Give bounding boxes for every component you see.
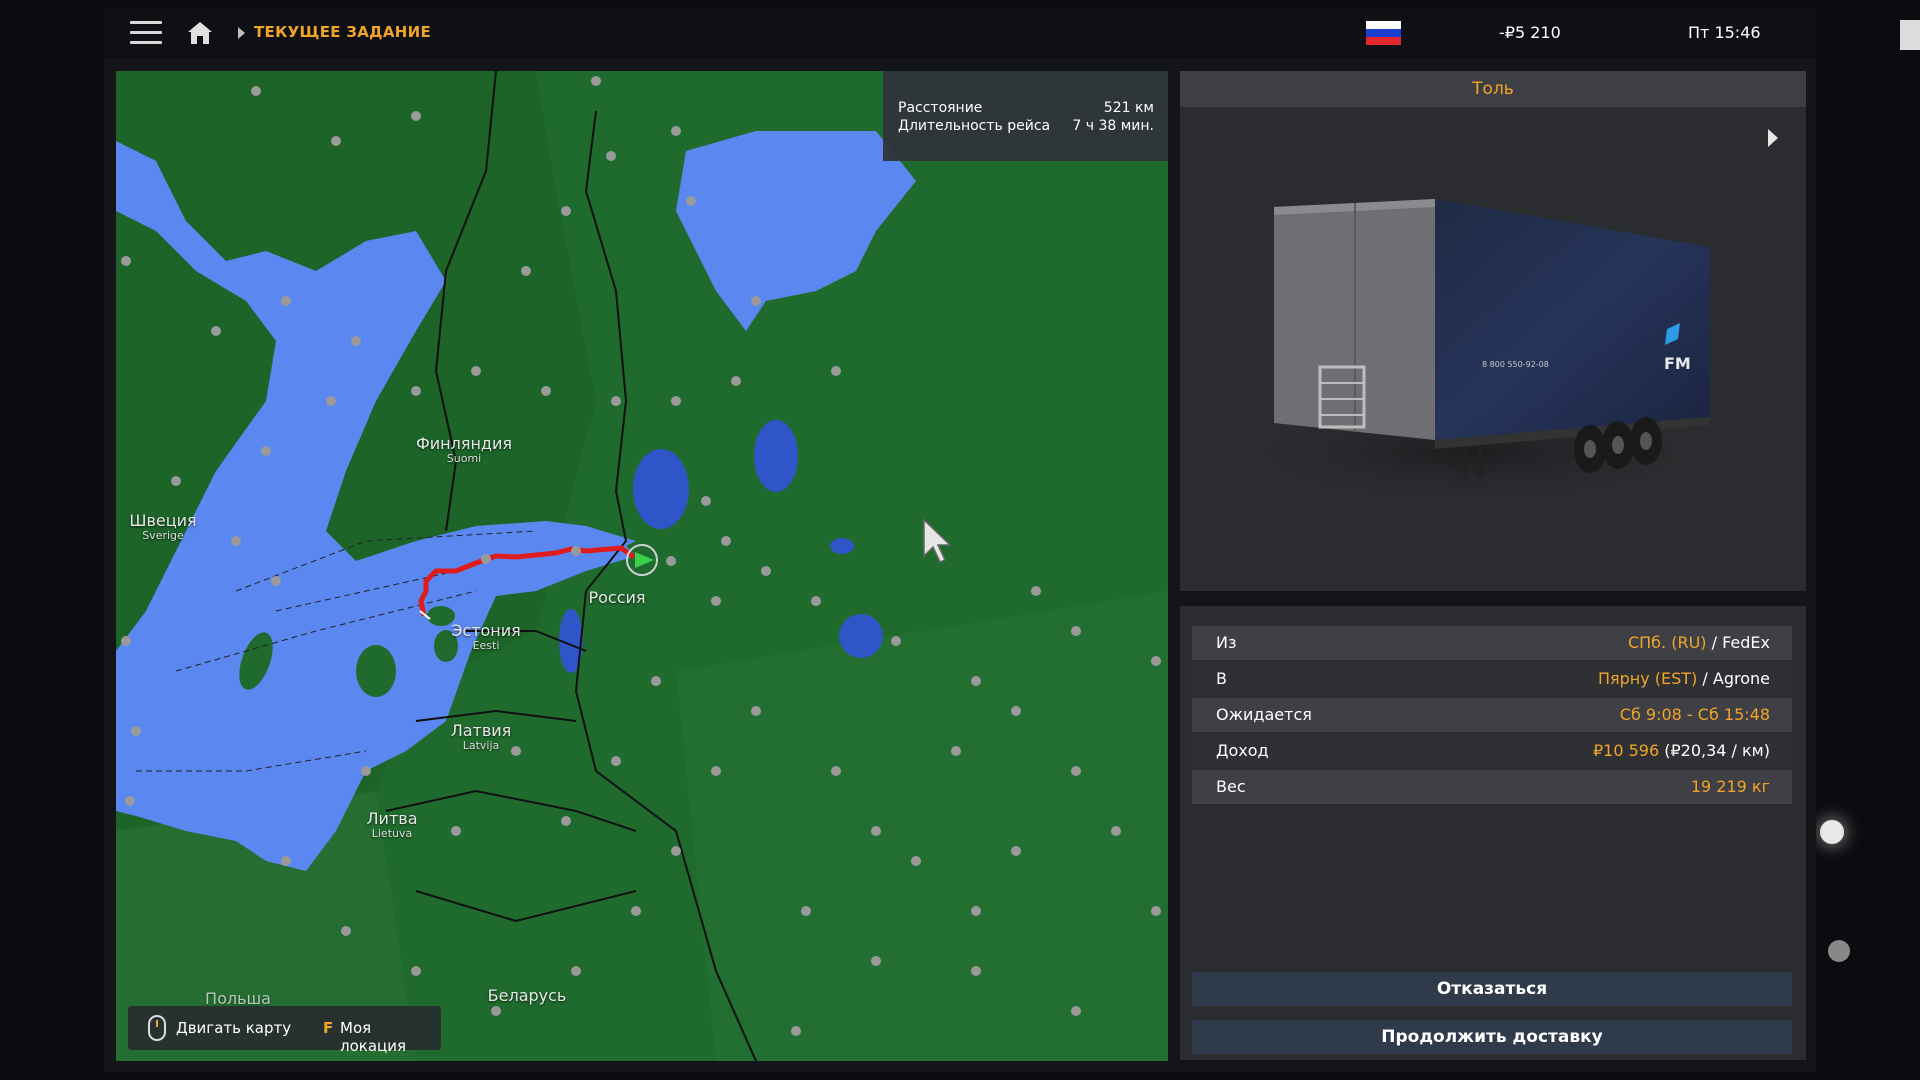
flag-stripe-red xyxy=(1366,37,1401,45)
detail-label: Из xyxy=(1216,633,1237,652)
label-native: Suomi xyxy=(446,452,482,465)
label-name: Литва xyxy=(366,809,418,828)
decline-button[interactable]: Отказаться xyxy=(1192,972,1792,1006)
top-bar: ТЕКУЩЕЕ ЗАДАНИЕ -₽5 210 Пт 15:46 xyxy=(104,8,1816,58)
background-light xyxy=(1820,820,1844,844)
map-label-poland: Польша xyxy=(205,991,271,1007)
detail-value: СПб. (RU) / FedEx xyxy=(1628,626,1770,660)
label-name: Беларусь xyxy=(487,986,567,1005)
menu-icon[interactable] xyxy=(130,19,164,47)
breadcrumb-arrow-icon xyxy=(238,27,245,39)
detail-row-from: Из СПб. (RU) / FedEx xyxy=(1192,626,1792,660)
mouse-icon xyxy=(148,1015,166,1041)
map-label-belarus: Беларусь xyxy=(488,988,567,1004)
detail-highlight: СПб. (RU) xyxy=(1627,633,1707,652)
cargo-card: Толь FM 8 800 550-92-08 xyxy=(1180,71,1806,591)
label-native: Latvija xyxy=(462,739,500,752)
background-shape xyxy=(1900,20,1920,50)
duration-row: Длительность рейса 7 ч 38 мин. xyxy=(898,118,1154,134)
label-native: Eesti xyxy=(472,639,500,652)
label-native: Lietuva xyxy=(371,827,413,840)
breadcrumb: ТЕКУЩЕЕ ЗАДАНИЕ xyxy=(254,23,431,41)
detail-row-to: В Пярну (EST) / Agrone xyxy=(1192,662,1792,696)
app-window: ТЕКУЩЕЕ ЗАДАНИЕ -₽5 210 Пт 15:46 Финлянд… xyxy=(104,8,1816,1072)
detail-row-expected: Ожидается Сб 9:08 - Сб 15:48 xyxy=(1192,698,1792,732)
detail-row-weight: Вес 19 219 кг xyxy=(1192,770,1792,804)
detail-value: 19 219 кг xyxy=(1691,770,1770,804)
label-name: Россия xyxy=(588,588,646,607)
cargo-title: Толь xyxy=(1180,71,1806,107)
detail-label: В xyxy=(1216,669,1227,688)
distance-row: Расстояние 521 км xyxy=(898,100,1154,116)
route-info-panel: Расстояние 521 км Длительность рейса 7 ч… xyxy=(883,71,1168,161)
home-icon[interactable] xyxy=(186,20,214,46)
mouse-cursor-icon xyxy=(923,518,952,563)
detail-label: Вес xyxy=(1216,777,1246,796)
trailer-phone-text: 8 800 550-92-08 xyxy=(1482,360,1549,369)
map-canvas xyxy=(116,71,1168,1061)
continue-delivery-button[interactable]: Продолжить доставку xyxy=(1192,1020,1792,1054)
map-label-finland: Финляндия Suomi xyxy=(415,434,513,466)
trailer-logo-text: FM xyxy=(1664,354,1691,373)
map-label-russia: Россия xyxy=(588,590,645,606)
map-label-lithuania: Литва Lietuva xyxy=(366,809,418,841)
country-flag xyxy=(1366,21,1401,45)
detail-highlight: 19 219 кг xyxy=(1690,777,1770,796)
label-name: Латвия xyxy=(450,721,512,740)
detail-highlight: ₽10 596 xyxy=(1592,741,1660,760)
my-location-button[interactable]: Моя локация xyxy=(340,1019,441,1055)
background-light xyxy=(1828,940,1850,962)
money-balance: -₽5 210 xyxy=(1499,23,1561,42)
label-name: Эстония xyxy=(451,621,521,640)
route-map[interactable]: Финляндия Suomi Швеция Sverige Эстония E… xyxy=(116,71,1168,1061)
detail-rest: / Agrone xyxy=(1697,669,1770,688)
flag-stripe-white xyxy=(1366,21,1401,29)
map-label-sweden: Швеция Sverige xyxy=(129,511,197,543)
distance-value: 521 км xyxy=(1103,100,1154,116)
detail-highlight: Сб 9:08 - Сб 15:48 xyxy=(1619,705,1770,724)
detail-value: Пярну (EST) / Agrone xyxy=(1598,662,1770,696)
label-native: Sverige xyxy=(142,529,184,542)
map-label-latvia: Латвия Latvija xyxy=(450,721,512,753)
detail-label: Ожидается xyxy=(1216,705,1312,724)
job-details: Из СПб. (RU) / FedEx В Пярну (EST) / Agr… xyxy=(1180,606,1806,1060)
duration-label: Длительность рейса xyxy=(898,118,1051,134)
label-name: Финляндия xyxy=(415,434,513,453)
detail-value: ₽10 596 (₽20,34 / км) xyxy=(1593,734,1770,768)
detail-label: Доход xyxy=(1216,741,1269,760)
map-controls-hint: Двигать карту F Моя локация xyxy=(128,1006,441,1055)
distance-label: Расстояние xyxy=(898,100,983,116)
label-name: Швеция xyxy=(129,511,197,530)
map-label-estonia: Эстония Eesti xyxy=(451,621,521,653)
duration-value: 7 ч 38 мин. xyxy=(1072,118,1154,134)
key-f-hint: F xyxy=(323,1019,334,1037)
trailer-image: FM 8 800 550-92-08 xyxy=(1220,199,1720,507)
detail-rest: / FedEx xyxy=(1706,633,1770,652)
move-map-label: Двигать карту xyxy=(176,1019,292,1037)
detail-rest: (₽20,34 / км) xyxy=(1659,741,1770,760)
flag-stripe-blue xyxy=(1366,29,1401,37)
detail-value: Сб 9:08 - Сб 15:48 xyxy=(1620,698,1770,732)
detail-highlight: Пярну (EST) xyxy=(1597,669,1698,688)
detail-row-income: Доход ₽10 596 (₽20,34 / км) xyxy=(1192,734,1792,768)
game-clock: Пт 15:46 xyxy=(1688,23,1761,42)
